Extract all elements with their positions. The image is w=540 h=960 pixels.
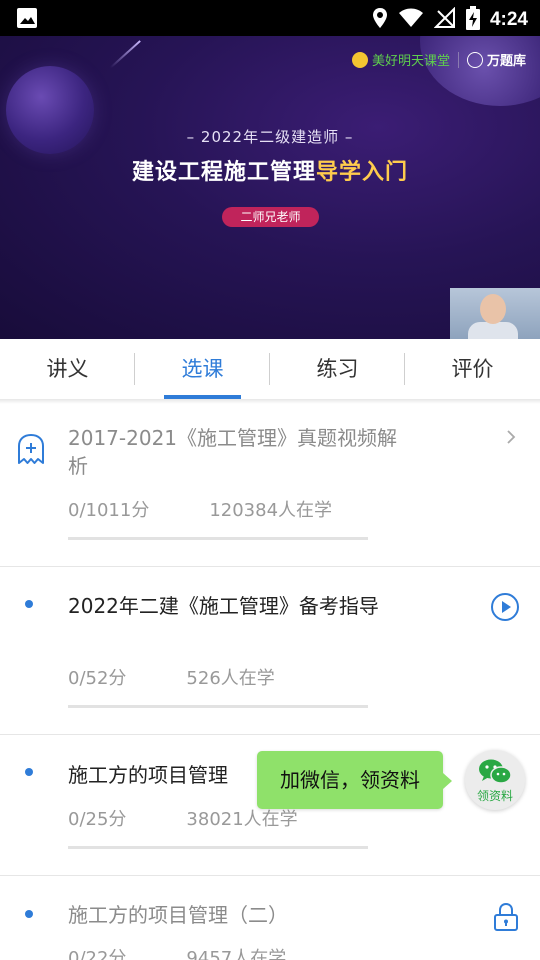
learner-count: 526人在学 <box>186 668 275 689</box>
brand2-label: 万题库 <box>486 54 526 69</box>
gallery-icon <box>16 7 38 33</box>
course-title: 2017-2021《施工管理》真题视频解析 <box>68 426 398 478</box>
score: 0/22分 <box>68 948 127 960</box>
wechat-button-label: 领资料 <box>476 789 513 803</box>
wechat-button[interactable]: 领资料 <box>465 750 525 810</box>
tab-select-course[interactable]: 选课 <box>135 339 270 399</box>
brand-meihao: 美好明天课堂 <box>351 50 450 69</box>
list-item[interactable]: 2022年二建《施工管理》备考指导 0/52分 526人在学 <box>0 567 540 735</box>
course-title: 施工方的项目管理（二） <box>68 903 288 927</box>
teacher-badge: 二师兄老师 <box>222 207 319 227</box>
status-bar: 4:24 <box>0 0 540 36</box>
teacher-head <box>480 294 506 324</box>
lock-icon[interactable] <box>493 902 519 936</box>
wechat-icon <box>478 758 512 790</box>
tab-review[interactable]: 评价 <box>405 339 540 399</box>
no-signal-icon <box>433 6 456 33</box>
lion-logo-icon <box>351 51 368 68</box>
banner-subtitle: – 2022年二级建造师 – <box>186 128 354 146</box>
banner-title-main: 建设工程施工管理 <box>131 160 316 185</box>
decor-streak <box>109 40 141 69</box>
tab-bar: 讲义 选课 练习 评价 <box>0 339 540 399</box>
bullet-dot <box>25 600 33 608</box>
learner-count: 9457人在学 <box>186 948 287 960</box>
teacher-video-thumbnail[interactable] <box>450 288 540 339</box>
score: 0/52分 <box>68 668 127 689</box>
banner-title: 建设工程施工管理导学入门 <box>0 154 540 186</box>
score: 0/1011分 <box>68 500 150 521</box>
chevron-right-icon[interactable] <box>506 429 516 449</box>
tab-handout[interactable]: 讲义 <box>0 339 135 399</box>
brand1-label: 美好明天课堂 <box>371 54 450 69</box>
brand-logos: 美好明天课堂 万题库 <box>351 50 526 69</box>
tab-divider <box>269 353 270 385</box>
wifi-icon <box>398 7 424 33</box>
wechat-toast[interactable]: 加微信，领资料 <box>257 751 452 809</box>
tab-divider <box>404 353 405 385</box>
battery-charging-icon <box>465 6 480 34</box>
play-circle-icon[interactable] <box>490 592 520 626</box>
location-icon <box>372 7 388 33</box>
ghost-plus-icon <box>16 433 46 469</box>
brand-wantiku: 万题库 <box>466 50 526 69</box>
tab-practice[interactable]: 练习 <box>270 339 405 399</box>
banner-title-highlight: 导学入门 <box>316 160 409 185</box>
course-meta: 0/22分 9457人在学 <box>68 944 286 960</box>
course-meta: 0/52分 526人在学 <box>68 664 275 690</box>
video-player[interactable]: 美好明天课堂 万题库 – 2022年二级建造师 – 建设工程施工管理导学入门 二… <box>0 36 540 339</box>
bullet-dot <box>25 768 33 776</box>
course-meta: 0/1011分 120384人在学 <box>68 496 332 522</box>
bullet-dot <box>25 910 33 918</box>
progress-bar <box>68 846 368 849</box>
list-item[interactable]: 施工方的项目管理（二） 0/22分 9457人在学 <box>0 876 540 960</box>
course-title: 2022年二建《施工管理》备考指导 <box>68 594 379 618</box>
teacher-body <box>468 322 518 339</box>
decor-planet <box>420 36 540 106</box>
score: 0/25分 <box>68 809 127 830</box>
brand-divider <box>457 51 459 68</box>
progress-bar <box>68 705 368 708</box>
list-item[interactable]: 2017-2021《施工管理》真题视频解析 0/1011分 120384人在学 <box>0 404 540 567</box>
tab-divider <box>134 353 135 385</box>
learner-count: 120384人在学 <box>209 500 333 521</box>
clock: 4:24 <box>489 9 528 30</box>
wan-logo-icon <box>466 51 483 68</box>
progress-bar <box>68 537 368 540</box>
